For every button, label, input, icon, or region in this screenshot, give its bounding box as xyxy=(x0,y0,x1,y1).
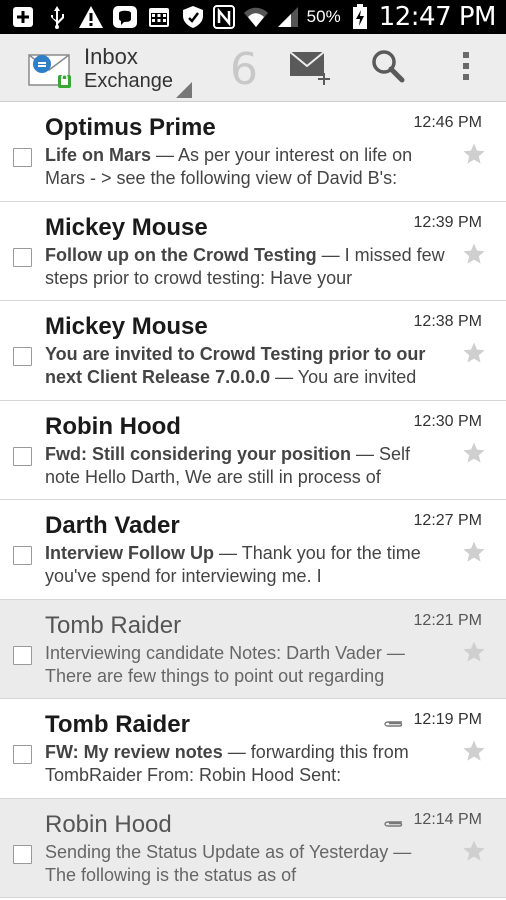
message-time: 12:21 PM xyxy=(413,611,482,629)
message-list[interactable]: Optimus Prime 12:46 PM Life on Mars — As… xyxy=(0,102,506,898)
search-icon xyxy=(370,48,406,89)
message-time: 12:30 PM xyxy=(413,412,482,430)
star-icon[interactable] xyxy=(462,739,486,763)
select-checkbox[interactable] xyxy=(13,148,32,167)
account-name: Exchange xyxy=(84,70,173,92)
message-row[interactable]: Darth Vader 12:27 PM Interview Follow Up… xyxy=(0,500,506,600)
star-icon[interactable] xyxy=(462,242,486,266)
warning-icon xyxy=(78,5,104,29)
message-row[interactable]: Mickey Mouse 12:39 PM Follow up on the C… xyxy=(0,201,506,301)
message-subject: Fwd: Still considering your position xyxy=(45,443,351,464)
compose-button[interactable] xyxy=(288,46,334,90)
message-time: 12:14 PM xyxy=(413,810,482,828)
message-time: 12:27 PM xyxy=(413,512,482,529)
status-clock: 12:47 PM xyxy=(378,2,497,32)
message-sender: Robin Hood xyxy=(45,412,181,440)
star-icon[interactable] xyxy=(462,640,486,664)
message-sender: Optimus Prime xyxy=(45,114,216,141)
attachment-icon xyxy=(384,816,404,827)
select-checkbox[interactable] xyxy=(13,247,32,267)
message-row[interactable]: Optimus Prime 12:46 PM Life on Mars — As… xyxy=(0,102,506,202)
overflow-menu-button[interactable] xyxy=(443,46,489,90)
system-indicators: 50% 12:47 PM xyxy=(211,2,497,32)
message-sender: Darth Vader xyxy=(45,512,180,539)
unread-count: 6 xyxy=(230,44,258,95)
calendar-icon xyxy=(146,5,172,29)
action-bar: Inbox Exchange 6 xyxy=(0,34,506,102)
exchange-account-icon xyxy=(28,50,74,90)
more-vert-icon xyxy=(461,50,471,87)
select-checkbox[interactable] xyxy=(13,645,32,665)
battery-charging-icon xyxy=(347,4,373,29)
message-row[interactable]: Robin Hood 12:30 PM Fwd: Still consideri… xyxy=(0,400,506,500)
wifi-icon xyxy=(243,5,269,29)
message-preview: FW: My review notes — forwarding this fr… xyxy=(45,741,445,787)
message-subject: Interviewing candidate Notes: Darth Vade… xyxy=(45,642,382,663)
message-subject: Follow up on the Crowd Testing xyxy=(45,244,317,265)
select-checkbox[interactable] xyxy=(13,844,32,864)
star-icon[interactable] xyxy=(462,540,486,564)
select-checkbox[interactable] xyxy=(13,446,32,466)
message-time: 12:19 PM xyxy=(413,711,482,728)
attachment-icon xyxy=(384,716,404,727)
message-subject: Interview Follow Up xyxy=(45,543,215,563)
message-subject: Sending the Status Update as of Yesterda… xyxy=(45,841,389,862)
shield-icon xyxy=(180,5,206,29)
message-row[interactable]: Tomb Raider 12:19 PM FW: My review notes… xyxy=(0,699,506,799)
message-sender: Tomb Raider xyxy=(45,611,182,639)
signal-icon xyxy=(275,5,301,29)
message-row[interactable]: Robin Hood 12:14 PM Sending the Status U… xyxy=(0,798,506,898)
star-icon[interactable] xyxy=(462,341,486,365)
message-sender: Tomb Raider xyxy=(45,711,190,738)
message-row[interactable]: Mickey Mouse 12:38 PM You are invited to… xyxy=(0,301,506,401)
message-row[interactable]: Tomb Raider 12:21 PM Interviewing candid… xyxy=(0,599,506,699)
folder-account-spinner[interactable]: Inbox Exchange xyxy=(84,44,173,93)
notification-icons xyxy=(10,4,206,30)
star-icon[interactable] xyxy=(462,142,486,166)
nfc-icon xyxy=(211,5,237,29)
spinner-dropdown-icon[interactable] xyxy=(176,82,192,98)
add-box-icon xyxy=(10,5,36,29)
usb-icon xyxy=(44,5,70,29)
message-sender: Mickey Mouse xyxy=(45,313,208,340)
select-checkbox[interactable] xyxy=(13,745,32,764)
message-preview: Follow up on the Crowd Testing — I misse… xyxy=(45,244,445,290)
message-preview: Life on Mars — As per your interest on l… xyxy=(45,144,445,190)
message-preview: Fwd: Still considering your position — S… xyxy=(45,443,445,489)
star-icon[interactable] xyxy=(462,441,486,465)
message-preview: Interview Follow Up — Thank you for the … xyxy=(45,542,445,588)
message-snippet: — You are invited xyxy=(270,367,417,387)
message-preview: You are invited to Crowd Testing prior t… xyxy=(45,343,445,389)
select-checkbox[interactable] xyxy=(13,546,32,565)
message-sender: Robin Hood xyxy=(45,810,172,838)
battery-percent: 50% xyxy=(306,7,341,26)
folder-title: Inbox xyxy=(84,44,138,69)
chat-app-icon xyxy=(112,5,138,29)
status-bar: 50% 12:47 PM xyxy=(0,0,506,34)
compose-mail-icon xyxy=(288,46,334,91)
message-preview: Sending the Status Update as of Yesterda… xyxy=(45,841,445,887)
star-icon[interactable] xyxy=(462,839,486,863)
message-time: 12:46 PM xyxy=(413,114,482,131)
select-checkbox[interactable] xyxy=(13,347,32,366)
message-sender: Mickey Mouse xyxy=(45,213,208,241)
message-subject: FW: My review notes xyxy=(45,742,223,762)
message-time: 12:38 PM xyxy=(413,313,482,330)
message-preview: Interviewing candidate Notes: Darth Vade… xyxy=(45,642,445,688)
search-button[interactable] xyxy=(365,46,411,90)
message-time: 12:39 PM xyxy=(413,213,482,231)
message-subject: Life on Mars xyxy=(45,145,152,165)
